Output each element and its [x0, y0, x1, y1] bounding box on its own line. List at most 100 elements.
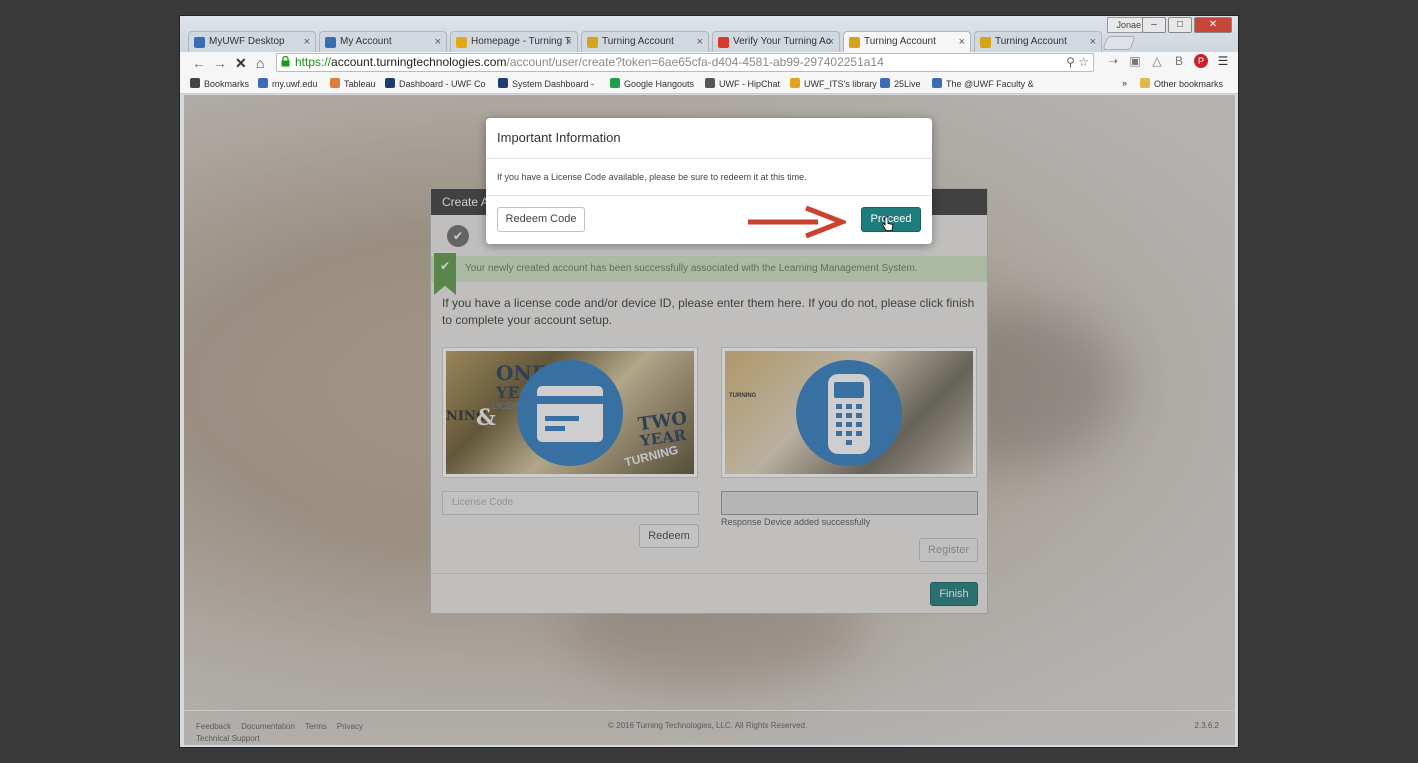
tab-favicon-icon — [325, 37, 336, 48]
bookmark-item[interactable]: The @UWF Faculty & — [932, 78, 1034, 89]
footer-link-privacy[interactable]: Privacy — [337, 722, 363, 731]
drive-icon[interactable]: △ — [1150, 54, 1164, 68]
bookmark-favicon-icon — [705, 78, 715, 88]
url-scheme: https:// — [295, 55, 332, 69]
tab-favicon-icon — [849, 37, 860, 48]
annotation-arrow-icon — [748, 205, 846, 239]
tab-favicon-icon — [456, 37, 467, 48]
home-icon[interactable]: ⌂ — [256, 54, 264, 72]
browser-tab[interactable]: Turning Account × — [843, 31, 971, 52]
window-controls: – □ ✕ — [1142, 17, 1232, 33]
minimize-icon[interactable]: – — [1142, 17, 1166, 33]
footer-link-feedback[interactable]: Feedback — [196, 722, 231, 731]
browser-tab[interactable]: Turning Account × — [974, 31, 1102, 52]
bookmark-favicon-icon — [190, 78, 200, 88]
bookmark-favicon-icon — [932, 78, 942, 88]
tab-close-icon[interactable]: × — [828, 32, 834, 52]
tab-title: Turning Account — [602, 36, 674, 47]
extension-icons: ➝ ▣ △ B P ☰ — [1106, 54, 1230, 68]
bookmarks-bar: Bookmarks my.uwf.edu Tableau Dashboard - UW… — [180, 74, 1238, 94]
new-tab-button[interactable] — [1102, 36, 1136, 50]
modal-title: Important Information — [486, 118, 932, 159]
tab-favicon-icon — [980, 37, 991, 48]
tab-strip: MyUWF Desktop × My Account × Homepage - Turn… — [188, 31, 1136, 53]
browser-tab[interactable]: MyUWF Desktop × — [188, 31, 316, 52]
bookmark-item[interactable]: 25Live — [880, 78, 921, 89]
pinterest-icon[interactable]: P — [1194, 54, 1208, 68]
browser-tab[interactable]: Turning Account × — [581, 31, 709, 52]
footer-link-documentation[interactable]: Documentation — [241, 722, 295, 731]
bookmark-label: Other bookmarks — [1154, 79, 1224, 89]
browser-tab[interactable]: Homepage - Turning T × — [450, 31, 578, 52]
more-bookmarks-chevron[interactable]: » — [1122, 78, 1127, 88]
star-icon[interactable]: ☆ — [1078, 55, 1089, 69]
tab-close-icon[interactable]: × — [959, 32, 965, 52]
bookmark-label: Bookmarks — [204, 79, 250, 89]
version-number: 2.3.6.2 — [1194, 721, 1219, 730]
tab-title: My Account — [340, 36, 392, 47]
omnibox-actions: ⚲ ☆ — [1066, 54, 1089, 71]
forward-icon[interactable]: → — [213, 54, 227, 72]
tab-title: Turning Account — [995, 36, 1067, 47]
bookmark-favicon-icon — [790, 78, 800, 88]
bookmark-label: Google Hangouts — [624, 79, 695, 89]
bookmark-favicon-icon — [880, 78, 890, 88]
bookmark-item[interactable]: UWF - HipChat — [705, 78, 780, 89]
bookmark-label: Dashboard - UWF Co — [399, 79, 486, 89]
bookmark-item[interactable]: Other bookmarks — [1140, 78, 1223, 89]
tab-favicon-icon — [194, 37, 205, 48]
maximize-icon[interactable]: □ — [1168, 17, 1192, 33]
tab-close-icon[interactable]: × — [566, 32, 572, 52]
bookmark-favicon-icon — [330, 78, 340, 88]
hand-cursor-icon — [882, 216, 894, 231]
footer-link-terms[interactable]: Terms — [305, 722, 327, 731]
bookmark-label: UWF_ITS's library — [804, 79, 877, 89]
extension-square-icon[interactable]: ▣ — [1128, 54, 1142, 68]
back-icon[interactable]: ← — [192, 54, 206, 72]
address-bar[interactable]: https://account.turningtechnologies.com/… — [276, 53, 1094, 72]
bookmark-favicon-icon — [385, 78, 395, 88]
tab-close-icon[interactable]: × — [304, 32, 310, 52]
bookmark-favicon-icon — [610, 78, 620, 88]
tab-close-icon[interactable]: × — [697, 32, 703, 52]
bookmark-item[interactable]: UWF_ITS's library — [790, 78, 877, 89]
bookmark-item[interactable]: Tableau — [330, 78, 376, 89]
bookmark-label: my.uwf.edu — [272, 79, 318, 89]
bookmark-favicon-icon — [1140, 78, 1150, 88]
bookmark-label: UWF - HipChat — [719, 79, 781, 89]
bookmark-item[interactable]: Google Hangouts — [610, 78, 694, 89]
bookmark-item[interactable]: Bookmarks — [190, 78, 249, 89]
bookmark-item[interactable]: Dashboard - UWF Co — [385, 78, 486, 89]
page-footer: Feedback Documentation Terms Privacy Technic… — [184, 710, 1235, 745]
bookmark-item[interactable]: my.uwf.edu — [258, 78, 317, 89]
browser-tab[interactable]: Verify Your Turning Ac × — [712, 31, 840, 52]
bookmark-label: System Dashboard - — [512, 79, 595, 89]
bookmark-favicon-icon — [258, 78, 268, 88]
redeem-code-button[interactable]: Redeem Code — [497, 207, 585, 232]
title-bar: Jonae – □ ✕ MyUWF Desktop × My Account × Hom… — [180, 16, 1238, 52]
menu-icon[interactable]: ☰ — [1216, 54, 1230, 68]
modal-body: If you have a License Code available, pl… — [486, 159, 932, 196]
bookmark-label: Tableau — [344, 79, 376, 89]
tab-favicon-icon — [587, 37, 598, 48]
key-icon[interactable]: ⚲ — [1066, 55, 1075, 69]
tab-close-icon[interactable]: × — [435, 32, 441, 52]
footer-links: Feedback Documentation Terms Privacy Technic… — [196, 721, 396, 745]
tab-title: Turning Account — [864, 36, 936, 47]
tab-title: Verify Your Turning Ac — [733, 36, 831, 47]
bookmark-favicon-icon — [498, 78, 508, 88]
bookmark-label: The @UWF Faculty & — [946, 79, 1034, 89]
url-domain: account.turningtechnologies.com — [331, 55, 507, 69]
stop-loading-icon[interactable]: ✕ — [235, 54, 247, 72]
tab-title: Homepage - Turning T — [471, 36, 571, 47]
tab-close-icon[interactable]: × — [1090, 32, 1096, 52]
tab-favicon-icon — [718, 37, 729, 48]
browser-tab[interactable]: My Account × — [319, 31, 447, 52]
footer-link-technical-support[interactable]: Technical Support — [196, 734, 260, 743]
extension-b-icon[interactable]: B — [1172, 54, 1186, 68]
close-window-icon[interactable]: ✕ — [1194, 17, 1232, 33]
tab-title: MyUWF Desktop — [209, 36, 285, 47]
extension-arrow-icon[interactable]: ➝ — [1106, 54, 1120, 68]
browser-toolbar: ← → ✕ ⌂ https://account.turningtechnolog… — [180, 52, 1238, 74]
bookmark-item[interactable]: System Dashboard - — [498, 78, 594, 89]
